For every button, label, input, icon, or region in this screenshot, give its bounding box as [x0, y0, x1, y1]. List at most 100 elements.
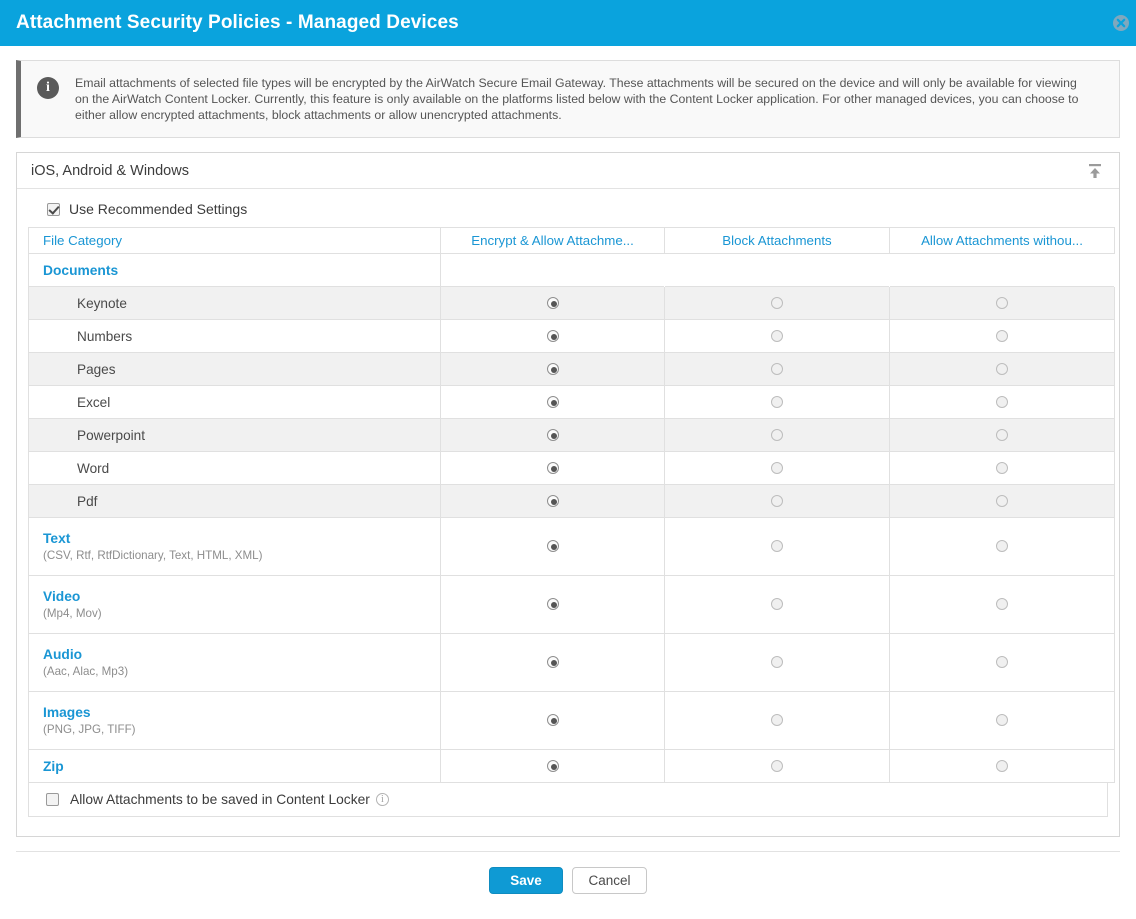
policy-option-cell[interactable] — [440, 749, 665, 783]
radio-encrypt-allow[interactable] — [546, 656, 559, 669]
policy-option-cell[interactable] — [440, 691, 665, 750]
radio-allow-unencrypted[interactable] — [996, 362, 1008, 375]
policy-option-cell[interactable] — [440, 352, 665, 386]
file-category-label: Excel — [77, 394, 111, 410]
policy-option-cell[interactable] — [889, 418, 1115, 452]
policy-option-cell[interactable] — [440, 575, 665, 634]
radio-encrypt-allow[interactable] — [546, 428, 559, 441]
radio-block[interactable] — [771, 362, 783, 375]
policy-option-cell[interactable] — [664, 484, 890, 518]
table-row: Word — [28, 451, 1115, 485]
policy-option-cell[interactable] — [664, 749, 890, 783]
radio-encrypt-allow[interactable] — [546, 714, 559, 727]
policy-option-cell[interactable] — [889, 575, 1115, 634]
column-header-block[interactable]: Block Attachments — [664, 227, 890, 254]
policy-option-cell[interactable] — [664, 418, 890, 452]
radio-encrypt-allow[interactable] — [546, 329, 559, 342]
file-category-label: Audio — [43, 647, 83, 662]
table-row: Keynote — [28, 286, 1115, 320]
radio-encrypt-allow[interactable] — [546, 598, 559, 611]
radio-allow-unencrypted[interactable] — [996, 759, 1008, 772]
policy-option-cell — [440, 253, 665, 287]
close-icon[interactable] — [1112, 14, 1130, 32]
policy-option-cell[interactable] — [440, 517, 665, 576]
cancel-button[interactable]: Cancel — [572, 867, 647, 894]
use-recommended-settings-row[interactable]: Use Recommended Settings — [28, 199, 1108, 227]
policy-option-cell[interactable] — [440, 633, 665, 692]
policy-option-cell[interactable] — [889, 385, 1115, 419]
radio-encrypt-allow[interactable] — [546, 395, 559, 408]
policy-option-cell[interactable] — [664, 451, 890, 485]
radio-encrypt-allow[interactable] — [546, 461, 559, 474]
use-recommended-settings-checkbox[interactable] — [47, 202, 60, 216]
policy-option-cell[interactable] — [440, 286, 665, 320]
table-row: Text (CSV, Rtf, RtfDictionary, Text, HTML… — [28, 517, 1115, 576]
column-header-allow-without-encryption[interactable]: Allow Attachments withou... — [889, 227, 1115, 254]
radio-allow-unencrypted[interactable] — [996, 395, 1008, 408]
policy-option-cell[interactable] — [889, 633, 1115, 692]
policy-option-cell[interactable] — [664, 633, 890, 692]
policy-option-cell[interactable] — [440, 385, 665, 419]
policy-option-cell[interactable] — [889, 691, 1115, 750]
radio-block[interactable] — [771, 296, 783, 309]
radio-block[interactable] — [771, 540, 783, 553]
policy-option-cell[interactable] — [664, 517, 890, 576]
content-locker-checkbox[interactable] — [46, 793, 59, 806]
radio-encrypt-allow[interactable] — [546, 362, 559, 375]
policy-option-cell[interactable] — [889, 749, 1115, 783]
policy-option-cell[interactable] — [664, 286, 890, 320]
radio-allow-unencrypted[interactable] — [996, 329, 1008, 342]
policy-option-cell[interactable] — [664, 352, 890, 386]
policy-option-cell[interactable] — [889, 517, 1115, 576]
radio-allow-unencrypted[interactable] — [996, 656, 1008, 669]
table-row: Pages — [28, 352, 1115, 386]
radio-encrypt-allow[interactable] — [546, 540, 559, 553]
collapse-up-icon[interactable] — [1085, 161, 1105, 181]
radio-block[interactable] — [771, 714, 783, 727]
radio-block[interactable] — [771, 461, 783, 474]
policy-option-cell[interactable] — [664, 319, 890, 353]
radio-allow-unencrypted[interactable] — [996, 461, 1008, 474]
policy-option-cell[interactable] — [889, 352, 1115, 386]
radio-allow-unencrypted[interactable] — [996, 540, 1008, 553]
radio-block[interactable] — [771, 395, 783, 408]
radio-block[interactable] — [771, 494, 783, 507]
radio-allow-unencrypted[interactable] — [996, 428, 1008, 441]
radio-allow-unencrypted[interactable] — [996, 598, 1008, 611]
policy-option-cell[interactable] — [440, 451, 665, 485]
radio-encrypt-allow[interactable] — [546, 296, 559, 309]
radio-allow-unencrypted[interactable] — [996, 296, 1008, 309]
policy-option-cell[interactable] — [889, 286, 1115, 320]
radio-encrypt-allow[interactable] — [546, 759, 559, 772]
radio-block[interactable] — [771, 759, 783, 772]
save-button[interactable]: Save — [489, 867, 563, 894]
radio-encrypt-allow[interactable] — [546, 494, 559, 507]
policy-option-cell[interactable] — [664, 575, 890, 634]
column-header-file-category[interactable]: File Category — [28, 227, 441, 254]
radio-block[interactable] — [771, 428, 783, 441]
radio-allow-unencrypted[interactable] — [996, 494, 1008, 507]
column-header-encrypt-allow[interactable]: Encrypt & Allow Attachme... — [440, 227, 665, 254]
policy-option-cell[interactable] — [440, 484, 665, 518]
policy-option-cell[interactable] — [889, 484, 1115, 518]
policy-option-cell[interactable] — [889, 319, 1115, 353]
radio-block[interactable] — [771, 656, 783, 669]
policy-option-cell[interactable] — [664, 691, 890, 750]
platform-panel: iOS, Android & Windows Use Recommended S… — [16, 152, 1120, 837]
file-category-label: Text — [43, 531, 71, 546]
policy-option-cell — [664, 253, 890, 287]
radio-allow-unencrypted[interactable] — [996, 714, 1008, 727]
table-row: Video (Mp4, Mov) — [28, 575, 1115, 634]
policy-option-cell[interactable] — [664, 385, 890, 419]
radio-block[interactable] — [771, 598, 783, 611]
use-recommended-settings-label: Use Recommended Settings — [69, 201, 248, 217]
policy-option-cell[interactable] — [440, 418, 665, 452]
platform-panel-header[interactable]: iOS, Android & Windows — [17, 153, 1119, 189]
policy-option-cell[interactable] — [440, 319, 665, 353]
file-category-label: Numbers — [77, 328, 133, 344]
radio-block[interactable] — [771, 329, 783, 342]
file-category-label: Pdf — [77, 493, 98, 509]
policy-option-cell[interactable] — [889, 451, 1115, 485]
info-circle-icon[interactable]: i — [375, 793, 389, 806]
content-locker-row[interactable]: Allow Attachments to be saved in Content… — [28, 783, 1108, 817]
